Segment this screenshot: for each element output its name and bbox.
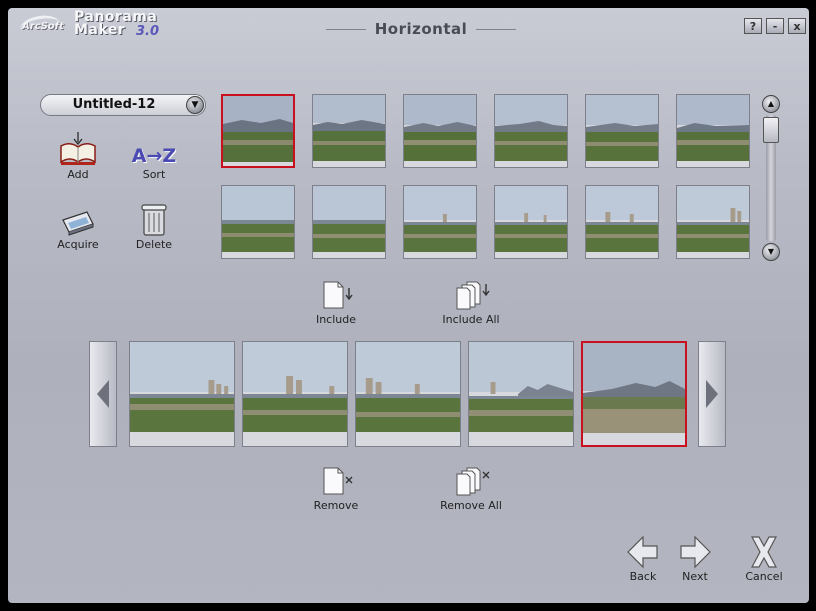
scroll-up-icon[interactable]: ▲ xyxy=(762,95,780,113)
grid-scrollbar[interactable]: ▲ ▼ xyxy=(762,95,780,261)
cancel-label: Cancel xyxy=(745,570,783,583)
include-icon xyxy=(323,281,353,309)
app-window: ArcSoft Panorama Maker 3.0 Horizontal ? … xyxy=(8,8,809,603)
delete-button[interactable]: Delete xyxy=(124,202,184,251)
trash-can-icon xyxy=(124,202,184,236)
grid-thumb[interactable] xyxy=(221,185,295,259)
remove-all-icon xyxy=(456,467,490,496)
sort-label: Sort xyxy=(142,168,166,181)
landscape-photo xyxy=(313,95,385,161)
strip-scroll-left-button[interactable] xyxy=(89,341,117,447)
strip-thumb[interactable] xyxy=(355,341,461,447)
cancel-x-icon xyxy=(740,534,788,570)
help-button[interactable]: ? xyxy=(744,18,762,34)
landscape-photo xyxy=(404,95,476,161)
add-button[interactable]: Add xyxy=(48,132,108,181)
landscape-photo xyxy=(313,186,385,252)
chevron-down-icon[interactable]: ▼ xyxy=(186,96,204,114)
landscape-photo xyxy=(495,95,567,161)
back-button[interactable]: Back xyxy=(619,534,667,583)
sort-az-icon: A→Z xyxy=(124,132,184,166)
scrollbar-thumb[interactable] xyxy=(763,117,779,143)
landscape-photo xyxy=(677,186,749,252)
landscape-photo xyxy=(222,186,294,252)
grid-thumb[interactable] xyxy=(312,185,386,259)
landscape-photo xyxy=(677,95,749,161)
grid-thumb[interactable] xyxy=(403,94,477,168)
scanner-icon xyxy=(48,202,108,236)
grid-thumb[interactable] xyxy=(676,185,750,259)
product-version: 3.0 xyxy=(136,24,160,39)
project-dropdown[interactable]: Untitled-12 ▼ xyxy=(40,94,206,116)
next-arrow-icon xyxy=(671,534,719,570)
include-label: Include xyxy=(315,313,357,326)
landscape-photo xyxy=(469,342,573,432)
strip-thumb[interactable] xyxy=(468,341,574,447)
grid-thumb[interactable] xyxy=(221,94,295,168)
landscape-photo xyxy=(583,343,685,433)
close-button[interactable]: x xyxy=(788,18,806,34)
landscape-photo xyxy=(130,342,234,432)
acquire-label: Acquire xyxy=(57,238,99,251)
include-all-label: Include All xyxy=(442,313,500,326)
remove-label: Remove xyxy=(313,499,359,512)
grid-thumb[interactable] xyxy=(403,185,477,259)
next-label: Next xyxy=(682,570,708,583)
page-title: Horizontal xyxy=(326,20,516,38)
landscape-photo xyxy=(223,96,293,162)
landscape-photo xyxy=(404,186,476,252)
book-add-icon xyxy=(48,132,108,166)
arrow-right-icon xyxy=(706,380,718,408)
grid-thumb[interactable] xyxy=(676,94,750,168)
sort-az-text: A→Z xyxy=(131,145,177,167)
back-label: Back xyxy=(629,570,657,583)
next-button[interactable]: Next xyxy=(671,534,719,583)
cancel-button[interactable]: Cancel xyxy=(740,534,788,583)
delete-label: Delete xyxy=(135,238,173,251)
include-all-icon xyxy=(456,281,490,310)
project-name: Untitled-12 xyxy=(72,97,156,112)
include-all-button[interactable]: Include All xyxy=(436,280,506,326)
landscape-photo xyxy=(586,186,658,252)
grid-thumb[interactable] xyxy=(494,185,568,259)
landscape-photo xyxy=(356,342,460,432)
scroll-down-icon[interactable]: ▼ xyxy=(762,243,780,261)
grid-thumb[interactable] xyxy=(585,94,659,168)
strip-thumb[interactable] xyxy=(129,341,235,447)
arcsoft-logo: ArcSoft xyxy=(22,21,64,32)
landscape-photo xyxy=(243,342,347,432)
grid-thumb[interactable] xyxy=(585,185,659,259)
remove-button[interactable]: Remove xyxy=(306,466,366,512)
arrow-left-icon xyxy=(97,380,109,408)
landscape-photo xyxy=(495,186,567,252)
strip-scroll-right-button[interactable] xyxy=(698,341,726,447)
landscape-photo xyxy=(586,95,658,161)
back-arrow-icon xyxy=(619,534,667,570)
grid-thumb[interactable] xyxy=(494,94,568,168)
sort-button[interactable]: A→Z Sort xyxy=(124,132,184,181)
acquire-button[interactable]: Acquire xyxy=(48,202,108,251)
remove-all-label: Remove All xyxy=(440,499,502,512)
include-button[interactable]: Include xyxy=(308,280,364,326)
remove-icon xyxy=(323,467,353,495)
strip-thumb[interactable] xyxy=(242,341,348,447)
remove-all-button[interactable]: Remove All xyxy=(434,466,508,512)
minimize-button[interactable]: - xyxy=(766,18,784,34)
strip-thumb[interactable] xyxy=(581,341,687,447)
add-label: Add xyxy=(67,168,89,181)
grid-thumb[interactable] xyxy=(312,94,386,168)
